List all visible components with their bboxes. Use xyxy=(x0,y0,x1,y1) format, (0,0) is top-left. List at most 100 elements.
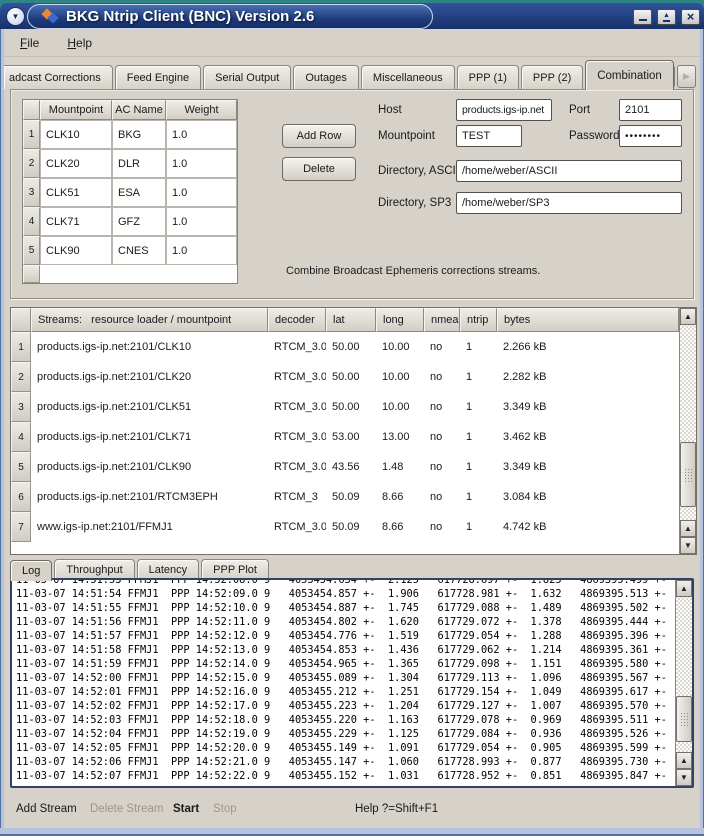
minimize-button[interactable] xyxy=(633,9,652,25)
column-header-long[interactable]: long xyxy=(376,308,424,332)
combination-empty-row xyxy=(23,265,237,283)
stream-row[interactable]: 6products.igs-ip.net:2101/RTCM3EPHRTCM_3… xyxy=(11,482,679,512)
close-button[interactable] xyxy=(681,9,700,25)
stream-row[interactable]: 5products.igs-ip.net:2101/CLK90RTCM_3.04… xyxy=(11,452,679,482)
directory-sp3-input[interactable]: /home/weber/SP3 xyxy=(456,192,682,214)
host-input[interactable]: products.igs-ip.net xyxy=(456,99,552,121)
tab-ppp-2[interactable]: PPP (2) xyxy=(521,65,583,89)
row-number[interactable]: 2 xyxy=(11,362,31,392)
scroll-down-icon[interactable] xyxy=(676,769,692,786)
column-header-streams[interactable]: Streams: resource loader / mountpoint xyxy=(31,308,268,332)
stream-row[interactable]: 2products.igs-ip.net:2101/CLK20RTCM_3.05… xyxy=(11,362,679,392)
stream-cell: 53.00 xyxy=(326,422,376,452)
row-number[interactable]: 5 xyxy=(11,452,31,482)
scroll-up-icon[interactable] xyxy=(676,580,692,597)
row-number[interactable] xyxy=(23,265,40,283)
row-number[interactable]: 4 xyxy=(23,207,40,236)
tab-scroll-right-icon[interactable] xyxy=(677,65,696,88)
corner-cell[interactable] xyxy=(23,100,40,120)
maximize-button[interactable] xyxy=(657,9,676,25)
cell-ac-name[interactable]: DLR xyxy=(112,149,166,178)
corner-cell[interactable] xyxy=(11,308,31,332)
log-scrollbar[interactable] xyxy=(675,580,692,786)
scroll-up-icon[interactable] xyxy=(680,308,696,325)
empty-cell xyxy=(40,265,237,283)
tab-combination[interactable]: Combination xyxy=(585,60,674,90)
streams-scrollbar-thumb[interactable] xyxy=(680,442,696,507)
stream-cell: products.igs-ip.net:2101/CLK51 xyxy=(31,392,268,422)
cell-ac-name[interactable]: ESA xyxy=(112,178,166,207)
row-number[interactable]: 6 xyxy=(11,482,31,512)
mountpoint-input[interactable]: TEST xyxy=(456,125,522,147)
log-tab-throughput[interactable]: Throughput xyxy=(54,559,134,579)
streams-header-row: Streams: resource loader / mountpointdec… xyxy=(11,308,679,332)
column-header-bytes[interactable]: bytes xyxy=(497,308,679,332)
stream-row[interactable]: 1products.igs-ip.net:2101/CLK10RTCM_3.05… xyxy=(11,332,679,362)
host-label: Host xyxy=(378,99,402,121)
cell-weight[interactable]: 1.0 xyxy=(166,207,237,236)
scroll-down-icon[interactable] xyxy=(680,537,696,554)
stream-row[interactable]: 4products.igs-ip.net:2101/CLK71RTCM_3.05… xyxy=(11,422,679,452)
column-header-mountpoint[interactable]: Mountpoint xyxy=(40,100,112,120)
log-scrollbar-thumb[interactable] xyxy=(676,696,692,742)
row-number[interactable]: 1 xyxy=(23,120,40,149)
stream-row[interactable]: 7www.igs-ip.net:2101/FFMJ1RTCM_3.050.098… xyxy=(11,512,679,542)
row-number[interactable]: 3 xyxy=(23,178,40,207)
tab-ppp-1[interactable]: PPP (1) xyxy=(457,65,519,89)
column-header-nmea[interactable]: nmea xyxy=(424,308,460,332)
cell-ac-name[interactable]: CNES xyxy=(112,236,166,265)
cell-mountpoint[interactable]: CLK51 xyxy=(40,178,112,207)
window-content: File Help adcast CorrectionsFeed EngineS… xyxy=(4,29,700,828)
password-input[interactable]: •••••••• xyxy=(619,125,682,147)
row-number[interactable]: 7 xyxy=(11,512,31,542)
tab-feed-engine[interactable]: Feed Engine xyxy=(115,65,201,89)
row-number[interactable]: 5 xyxy=(23,236,40,265)
row-number[interactable]: 1 xyxy=(11,332,31,362)
start-button[interactable]: Start xyxy=(173,803,199,815)
cell-weight[interactable]: 1.0 xyxy=(166,149,237,178)
cell-mountpoint[interactable]: CLK20 xyxy=(40,149,112,178)
column-header-decoder[interactable]: decoder xyxy=(268,308,326,332)
delete-stream-button[interactable]: Delete Stream xyxy=(90,803,164,815)
cell-ac-name[interactable]: GFZ xyxy=(112,207,166,236)
delete-button[interactable]: Delete xyxy=(282,157,356,181)
cell-weight[interactable]: 1.0 xyxy=(166,178,237,207)
stream-row[interactable]: 3products.igs-ip.net:2101/CLK51RTCM_3.05… xyxy=(11,392,679,422)
add-row-button[interactable]: Add Row xyxy=(282,124,356,148)
column-header-ntrip[interactable]: ntrip xyxy=(460,308,497,332)
menu-file[interactable]: File xyxy=(16,34,43,52)
add-stream-button[interactable]: Add Stream xyxy=(16,803,77,815)
column-header-weight[interactable]: Weight xyxy=(166,100,237,120)
cell-mountpoint[interactable]: CLK10 xyxy=(40,120,112,149)
stream-cell: 10.00 xyxy=(376,362,424,392)
log-tab-log[interactable]: Log xyxy=(10,560,52,581)
combination-header-row: MountpointAC NameWeight xyxy=(23,100,237,120)
scroll-up-icon[interactable] xyxy=(676,752,692,769)
column-header-ac-name[interactable]: AC Name xyxy=(112,100,166,120)
stream-cell: RTCM_3.0 xyxy=(268,392,326,422)
scroll-up-icon[interactable] xyxy=(680,520,696,537)
window-menu-button[interactable] xyxy=(6,7,25,26)
stop-button[interactable]: Stop xyxy=(213,803,237,815)
log-tab-ppp-plot[interactable]: PPP Plot xyxy=(201,559,269,579)
port-input[interactable]: 2101 xyxy=(619,99,682,121)
tab-miscellaneous[interactable]: Miscellaneous xyxy=(361,65,455,89)
cell-ac-name[interactable]: BKG xyxy=(112,120,166,149)
menu-help[interactable]: Help xyxy=(63,34,96,52)
log-tab-latency[interactable]: Latency xyxy=(137,559,200,579)
directory-ascii-input[interactable]: /home/weber/ASCII xyxy=(456,160,682,182)
row-number[interactable]: 2 xyxy=(23,149,40,178)
stream-cell: RTCM_3.0 xyxy=(268,362,326,392)
streams-scrollbar[interactable] xyxy=(679,308,696,554)
stream-cell: products.igs-ip.net:2101/RTCM3EPH xyxy=(31,482,268,512)
column-header-lat[interactable]: lat xyxy=(326,308,376,332)
cell-mountpoint[interactable]: CLK71 xyxy=(40,207,112,236)
cell-weight[interactable]: 1.0 xyxy=(166,236,237,265)
cell-mountpoint[interactable]: CLK90 xyxy=(40,236,112,265)
tab-adcast-corrections[interactable]: adcast Corrections xyxy=(4,65,113,89)
row-number[interactable]: 3 xyxy=(11,392,31,422)
row-number[interactable]: 4 xyxy=(11,422,31,452)
cell-weight[interactable]: 1.0 xyxy=(166,120,237,149)
tab-serial-output[interactable]: Serial Output xyxy=(203,65,291,89)
tab-outages[interactable]: Outages xyxy=(293,65,359,89)
